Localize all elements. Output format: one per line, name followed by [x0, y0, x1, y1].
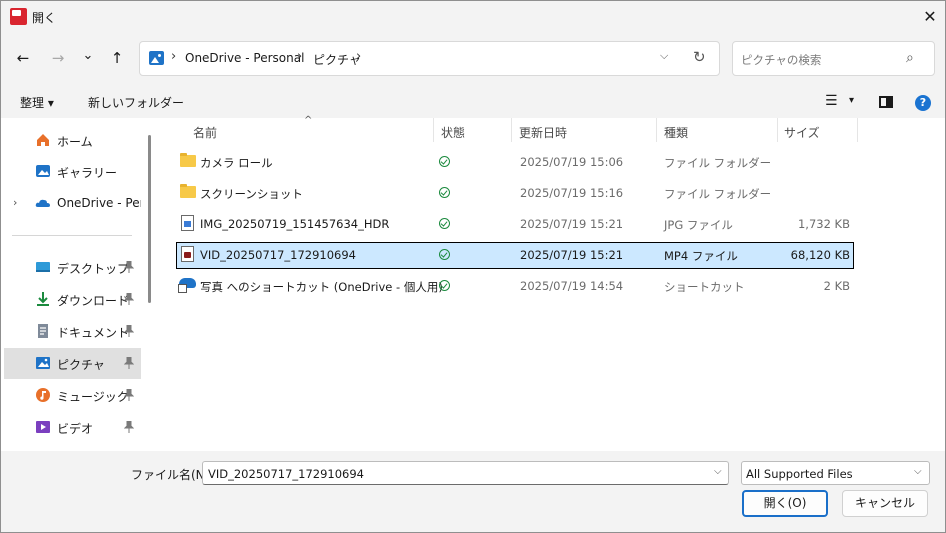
- file-type: JPG ファイル: [664, 218, 733, 232]
- sync-ok-icon: [439, 280, 450, 291]
- video-file-icon: [181, 246, 194, 262]
- organize-button[interactable]: 整理 ▾: [20, 94, 54, 111]
- address-bar[interactable]: › OneDrive - Personal › ピクチャ › ⌵ ↻: [139, 41, 720, 76]
- file-size: 1,732 KB: [797, 217, 850, 231]
- file-name: IMG_20250719_151457634_HDR: [200, 217, 390, 231]
- forward-icon[interactable]: →: [45, 45, 71, 71]
- chevron-down-icon[interactable]: ▾: [849, 95, 854, 106]
- file-name: 写真 へのショートカット (OneDrive - 個人用): [200, 280, 443, 294]
- column-divider[interactable]: [656, 118, 657, 142]
- image-file-icon: [181, 215, 194, 231]
- file-name: カメラ ロール: [200, 156, 273, 170]
- window-title: 開く: [32, 11, 57, 25]
- search-input[interactable]: ピクチャの検索: [741, 52, 821, 68]
- file-row[interactable]: IMG_20250719_151457634_HDR 2025/07/19 15…: [176, 211, 854, 238]
- file-row[interactable]: 写真 へのショートカット (OneDrive - 個人用) 2025/07/19…: [176, 273, 854, 300]
- sync-ok-icon: [439, 156, 450, 167]
- help-icon[interactable]: ?: [915, 95, 931, 111]
- file-name: VID_20250717_172910694: [200, 248, 356, 262]
- breadcrumb-onedrive[interactable]: OneDrive - Personal: [185, 51, 304, 65]
- file-date: 2025/07/19 14:54: [520, 279, 624, 293]
- filename-field[interactable]: VID_20250717_172910694 ⌵: [202, 461, 729, 485]
- search-icon[interactable]: ⌕: [906, 50, 914, 66]
- column-header-size[interactable]: サイズ: [784, 124, 820, 141]
- filename-input[interactable]: VID_20250717_172910694: [208, 467, 364, 481]
- folder-icon: [180, 153, 196, 167]
- breadcrumb-separator[interactable]: ›: [297, 49, 302, 64]
- column-header-name[interactable]: 名前: [193, 124, 217, 141]
- column-divider[interactable]: [511, 118, 512, 142]
- content-area: ホーム ギャラリー › OneDrive - Personal デ: [1, 115, 945, 451]
- file-type: ファイル フォルダー: [664, 156, 772, 170]
- filetype-select[interactable]: All Supported Files ⌵: [741, 461, 930, 485]
- new-folder-button[interactable]: 新しいフォルダー: [88, 94, 184, 111]
- file-row-selected[interactable]: VID_20250717_172910694 2025/07/19 15:21 …: [176, 242, 854, 269]
- file-name: スクリーンショット: [200, 187, 303, 201]
- breadcrumb-separator[interactable]: ›: [356, 49, 361, 64]
- back-icon[interactable]: ←: [10, 45, 36, 71]
- chevron-down-icon[interactable]: ⌵: [714, 466, 722, 477]
- file-list: ^ 名前 状態 更新日時 種類 サイズ カメラ ロール 2025/07/19 1…: [1, 115, 945, 451]
- column-divider[interactable]: [777, 118, 778, 142]
- close-icon[interactable]: ✕: [919, 6, 941, 28]
- chevron-down-icon[interactable]: ⌵: [660, 49, 668, 63]
- up-icon[interactable]: ↑: [104, 45, 130, 71]
- open-button[interactable]: 開く(O): [742, 490, 828, 517]
- search-box[interactable]: ピクチャの検索 ⌕: [732, 41, 935, 76]
- breadcrumb-separator[interactable]: ›: [171, 49, 176, 64]
- refresh-icon[interactable]: ↻: [693, 48, 706, 66]
- column-divider[interactable]: [857, 118, 858, 142]
- app-icon: [10, 8, 27, 25]
- file-date: 2025/07/19 15:06: [520, 155, 624, 169]
- view-options-icon[interactable]: ☰: [825, 93, 838, 109]
- column-header-type[interactable]: 種類: [664, 124, 688, 141]
- filetype-value: All Supported Files: [746, 467, 853, 481]
- file-type: ファイル フォルダー: [664, 187, 772, 201]
- file-date: 2025/07/19 15:21: [520, 217, 624, 231]
- sort-ascending-icon: ^: [304, 115, 313, 126]
- onedrive-shortcut-icon: [178, 278, 196, 293]
- sync-ok-icon: [439, 187, 450, 198]
- file-type: ショートカット: [664, 280, 745, 294]
- file-size: 68,120 KB: [790, 248, 850, 262]
- breadcrumb-pictures[interactable]: ピクチャ: [313, 51, 361, 68]
- file-row[interactable]: カメラ ロール 2025/07/19 15:06 ファイル フォルダー: [176, 149, 854, 176]
- pictures-icon: [149, 51, 164, 65]
- column-header-status[interactable]: 状態: [441, 124, 465, 141]
- sync-ok-icon: [439, 249, 450, 260]
- recent-locations-icon[interactable]: ⌄: [75, 43, 101, 69]
- open-file-dialog: 開く ✕ ← → ⌄ ↑ › OneDrive - Personal › ピクチ…: [0, 0, 946, 533]
- chevron-down-icon[interactable]: ⌵: [914, 466, 922, 477]
- file-size: 2 KB: [823, 279, 850, 293]
- title-bar: 開く ✕: [1, 1, 945, 32]
- file-date: 2025/07/19 15:21: [520, 248, 624, 262]
- file-type: MP4 ファイル: [664, 249, 738, 263]
- column-header-date[interactable]: 更新日時: [519, 124, 567, 141]
- file-row[interactable]: スクリーンショット 2025/07/19 15:16 ファイル フォルダー: [176, 180, 854, 207]
- sync-ok-icon: [439, 218, 450, 229]
- preview-pane-icon[interactable]: [879, 96, 893, 108]
- file-date: 2025/07/19 15:16: [520, 186, 624, 200]
- folder-icon: [180, 184, 196, 198]
- cancel-button[interactable]: キャンセル: [842, 490, 928, 517]
- column-divider[interactable]: [433, 118, 434, 142]
